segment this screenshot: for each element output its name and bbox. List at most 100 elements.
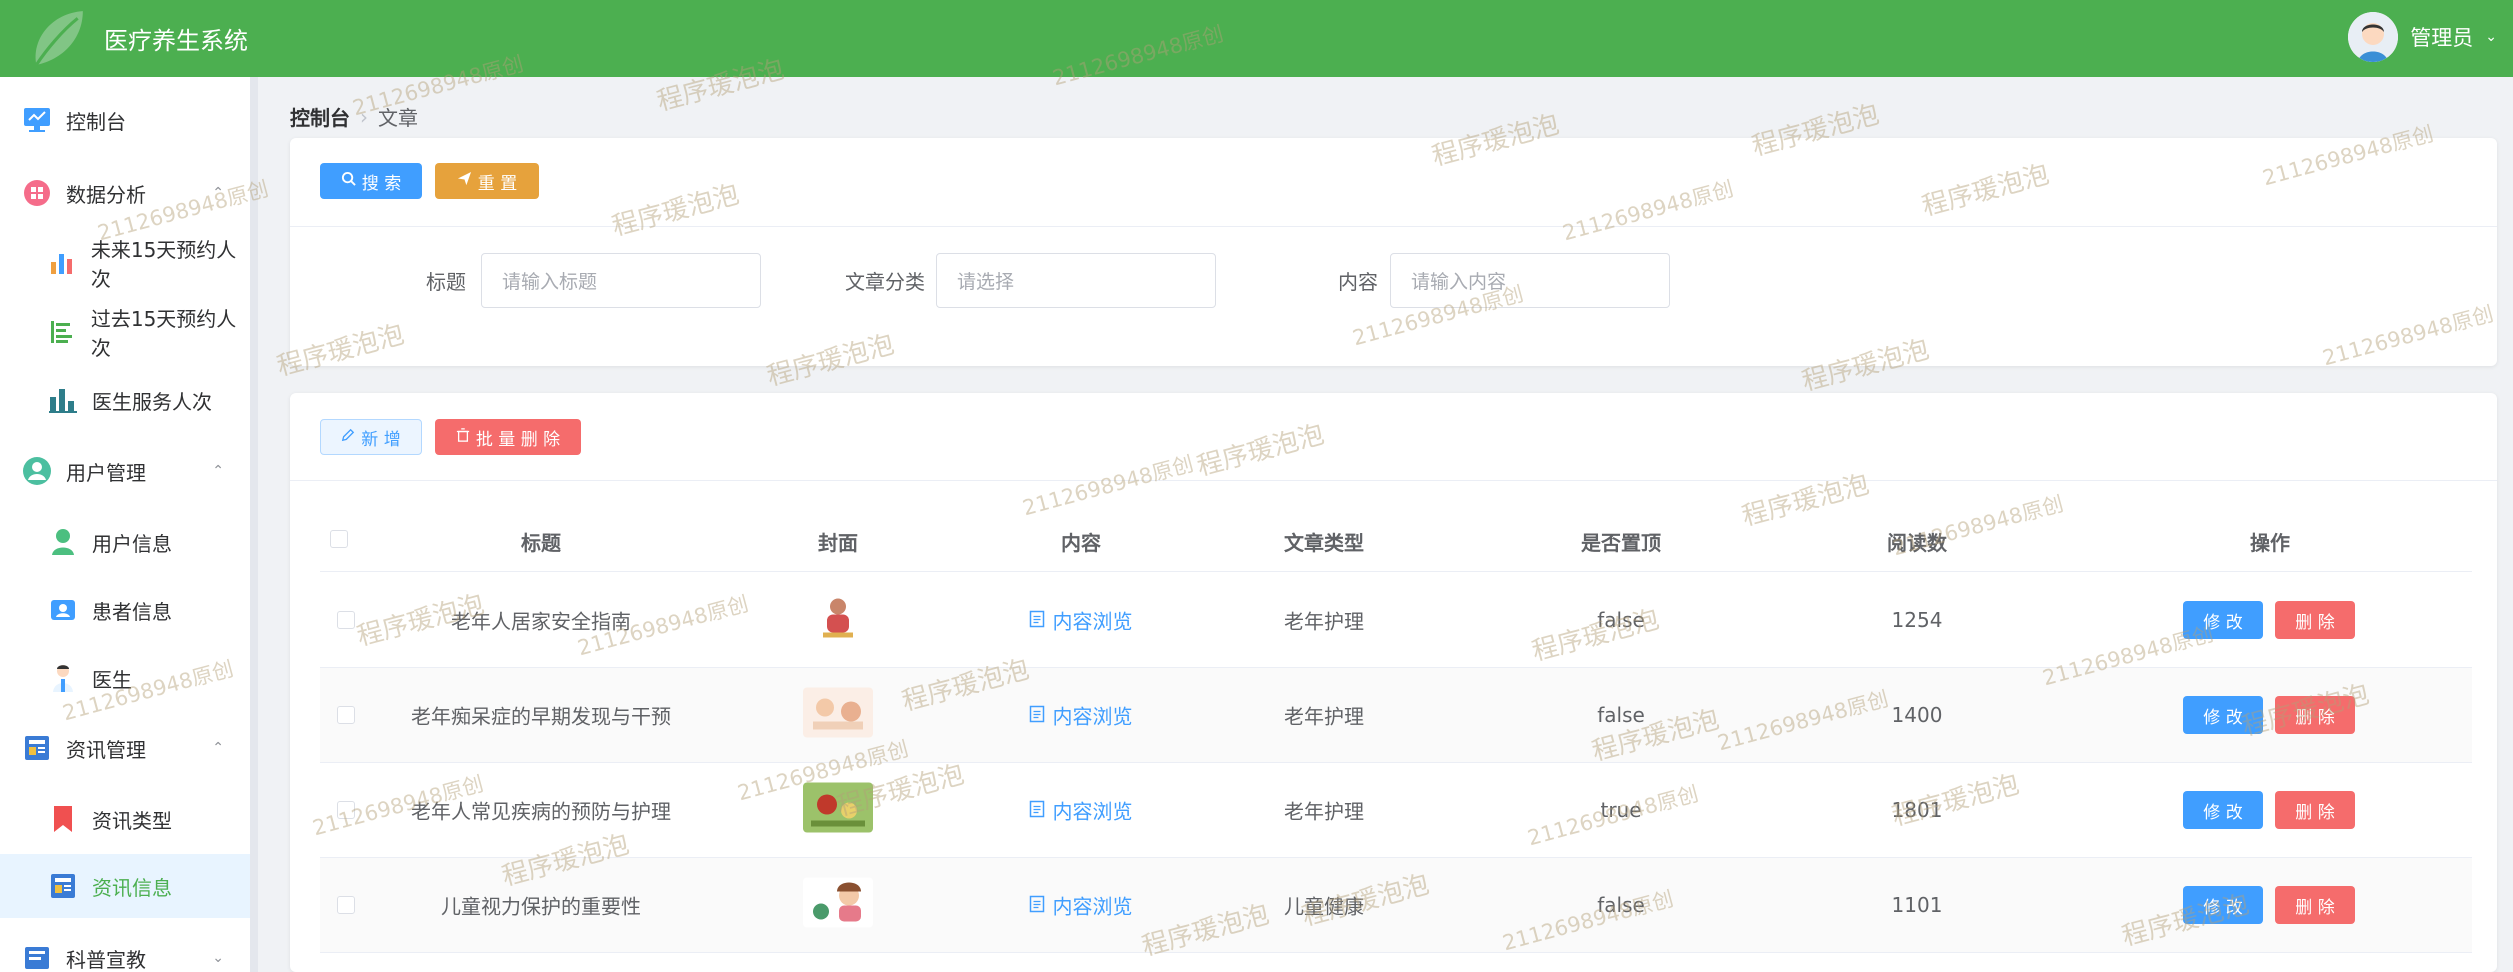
row-pinned: false — [1597, 703, 1645, 727]
trash-icon — [456, 427, 470, 447]
category-select[interactable]: 请选择 — [936, 253, 1216, 308]
content-view-link[interactable]: 内容浏览 — [1029, 796, 1133, 825]
row-type: 老年护理 — [1284, 799, 1364, 824]
row-checkbox[interactable] — [337, 801, 355, 819]
sidebar-item-news-type[interactable]: 资讯类型 — [0, 798, 250, 840]
row-reads: 1801 — [1891, 798, 1943, 822]
row-pinned: false — [1597, 608, 1645, 632]
chevron-down-icon: ⌄ — [2485, 29, 2497, 45]
sidebar-item-label: 过去15天预约人次 — [90, 307, 237, 360]
grid-circle-icon — [22, 178, 52, 208]
news-list-icon — [48, 871, 78, 901]
sidebar-item-patient-info[interactable]: 患者信息 — [0, 589, 250, 631]
col-cover: 封面 — [818, 531, 858, 555]
row-cover — [803, 687, 873, 743]
delete-button[interactable]: 删 除 — [2275, 886, 2355, 924]
top-header: 医疗养生系统 管理员 ⌄ — [0, 0, 2513, 77]
edit-button[interactable]: 修 改 — [2183, 886, 2263, 924]
edit-button[interactable]: 修 改 — [2183, 791, 2263, 829]
edit-button[interactable]: 修 改 — [2183, 696, 2263, 734]
breadcrumb-root[interactable]: 控制台 — [290, 102, 350, 131]
doctor-icon — [48, 663, 78, 693]
sidebar-item-label: 用户信息 — [92, 531, 172, 556]
row-checkbox[interactable] — [337, 706, 355, 724]
column-chart-icon — [48, 385, 78, 415]
person-icon — [48, 527, 78, 557]
bookmark-icon — [48, 804, 78, 834]
chevron-up-icon: ⌃ — [212, 185, 224, 201]
sidebar: 控制台 数据分析 ⌃ 未来15天预约人次 过去15天预约人次 医生服务人次 用户… — [0, 77, 258, 972]
row-checkbox[interactable] — [337, 611, 355, 629]
search-button[interactable]: 搜 索 — [320, 163, 422, 199]
list-chart-icon — [48, 317, 77, 347]
breadcrumb-current: 文章 — [378, 106, 418, 130]
document-icon — [1029, 798, 1045, 822]
sidebar-item-label: 未来15天预约人次 — [90, 238, 237, 291]
row-pinned: true — [1600, 798, 1642, 822]
chevron-up-icon: ⌃ — [212, 463, 224, 479]
sidebar-item-dashboard[interactable]: 控制台 — [0, 99, 250, 141]
cover-image — [803, 592, 873, 643]
col-pinned: 是否置顶 — [1581, 531, 1661, 555]
sidebar-item-label: 科普宣教 — [66, 947, 146, 972]
sidebar-item-analytics[interactable]: 数据分析 ⌃ — [0, 172, 250, 214]
row-type: 老年护理 — [1284, 704, 1364, 729]
row-title: 老年人居家安全指南 — [451, 609, 631, 634]
batch-delete-button[interactable]: 批 量 删 除 — [435, 419, 581, 455]
document-icon — [1029, 608, 1045, 632]
content-view-link[interactable]: 内容浏览 — [1029, 891, 1133, 920]
row-checkbox[interactable] — [337, 896, 355, 914]
sidebar-item-label: 数据分析 — [66, 182, 146, 207]
leaf-logo-icon — [35, 10, 83, 66]
row-type: 儿童健康 — [1284, 894, 1364, 919]
search-icon — [341, 171, 356, 191]
table-row: 老年痴呆症的早期发现与干预 内容浏览 老年护理 false 1400 修 改 删… — [320, 668, 2472, 763]
sidebar-item-label: 资讯信息 — [92, 875, 172, 900]
monitor-icon — [22, 105, 52, 135]
chevron-down-icon: ⌄ — [212, 950, 224, 966]
sidebar-item-doctor-service[interactable]: 医生服务人次 — [0, 379, 250, 421]
divider — [290, 226, 2497, 227]
row-reads: 1400 — [1891, 703, 1943, 727]
row-title: 老年人常见疾病的预防与护理 — [411, 799, 671, 824]
add-button[interactable]: 新 增 — [320, 419, 422, 455]
bar-chart-icon — [48, 248, 77, 278]
row-cover — [803, 782, 873, 838]
sidebar-item-label: 控制台 — [66, 109, 126, 134]
id-card-icon — [48, 595, 78, 625]
delete-button[interactable]: 删 除 — [2275, 601, 2355, 639]
divider — [320, 571, 2472, 572]
content-view-link[interactable]: 内容浏览 — [1029, 701, 1133, 730]
sidebar-item-future-appointments[interactable]: 未来15天预约人次 — [0, 238, 250, 291]
sidebar-item-label: 资讯管理 — [66, 737, 146, 762]
breadcrumb: 控制台 › 文章 — [290, 102, 418, 131]
document-icon — [1029, 703, 1045, 727]
content-view-link[interactable]: 内容浏览 — [1029, 606, 1133, 635]
sidebar-item-label: 用户管理 — [66, 460, 146, 485]
delete-button[interactable]: 删 除 — [2275, 696, 2355, 734]
sidebar-item-user-info[interactable]: 用户信息 — [0, 521, 250, 563]
sidebar-item-past-appointments[interactable]: 过去15天预约人次 — [0, 307, 250, 360]
title-input[interactable]: 请输入标题 — [481, 253, 761, 308]
col-type: 文章类型 — [1284, 531, 1364, 555]
col-title: 标题 — [521, 531, 561, 555]
delete-button[interactable]: 删 除 — [2275, 791, 2355, 829]
user-menu[interactable]: 管理员 ⌄ — [2348, 12, 2497, 62]
user-circle-icon — [22, 456, 52, 486]
row-reads: 1101 — [1891, 893, 1943, 917]
document-icon — [1029, 893, 1045, 917]
book-icon — [22, 943, 52, 972]
search-card: 搜 索 重 置 标题 请输入标题 文章分类 请选择 内容 请输入内容 — [290, 138, 2497, 366]
select-all-checkbox[interactable] — [330, 530, 348, 548]
sidebar-item-news-info[interactable]: 资讯信息 — [0, 854, 250, 918]
sidebar-item-doctor[interactable]: 医生 — [0, 657, 250, 699]
edit-button[interactable]: 修 改 — [2183, 601, 2263, 639]
cover-image — [803, 782, 873, 833]
reset-button[interactable]: 重 置 — [435, 163, 539, 199]
chevron-right-icon: › — [360, 104, 368, 129]
sidebar-item-science-education[interactable]: 科普宣教 ⌄ — [0, 937, 250, 972]
sidebar-item-news-management[interactable]: 资讯管理 ⌃ — [0, 727, 250, 769]
sidebar-item-user-management[interactable]: 用户管理 ⌃ — [0, 450, 250, 492]
table-row: 老年人常见疾病的预防与护理 内容浏览 老年护理 true 1801 修 改 删 … — [320, 763, 2472, 858]
content-input[interactable]: 请输入内容 — [1390, 253, 1670, 308]
